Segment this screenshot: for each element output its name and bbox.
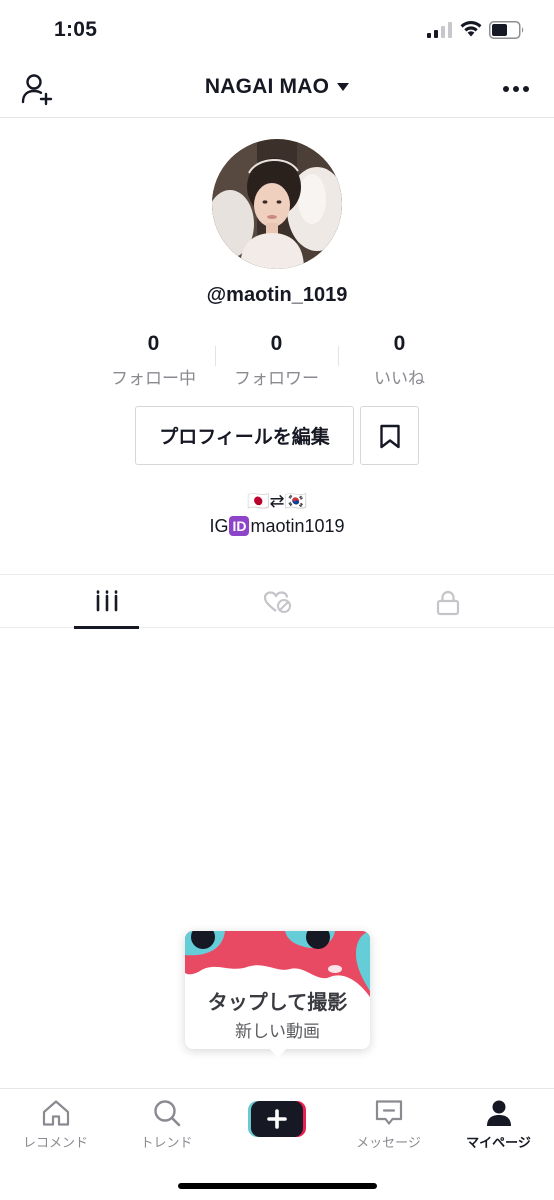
favorites-button[interactable] [360, 406, 419, 465]
profile-title: NAGAI MAO [204, 75, 330, 98]
nav-label-messages: メッセージ [356, 1135, 421, 1150]
avatar-photo [212, 139, 342, 269]
tooltip-arrow [269, 1048, 287, 1058]
wifi-icon [460, 21, 482, 37]
profile-icon [486, 1100, 511, 1126]
nav-item-home[interactable]: レコメンド [0, 1089, 111, 1165]
grid-icon [96, 590, 118, 612]
nav-item-profile[interactable]: マイページ [443, 1089, 554, 1165]
bio-line-1: 🇯🇵⇄🇰🇷 [247, 491, 307, 511]
nav-item-messages[interactable]: メッセージ [333, 1089, 444, 1165]
bio-line-2: IG ID maotin1019 [0, 515, 554, 537]
id-badge: ID [229, 516, 250, 536]
home-icon [42, 1100, 69, 1126]
bio-ig-prefix: IG [209, 516, 229, 536]
profile-header: NAGAI MAO [0, 60, 554, 118]
nav-item-trend[interactable]: トレンド [111, 1089, 222, 1165]
tooltip-subtitle: 新しい動画 [235, 1022, 320, 1041]
stat-likes[interactable]: 0 いいね [338, 332, 461, 389]
tooltip-title: タップして撮影 [207, 992, 348, 1014]
following-label: フォロー中 [111, 369, 196, 388]
home-indicator[interactable] [178, 1183, 377, 1189]
profile-stats: 0 フォロー中 0 フォロワー 0 いいね [92, 332, 462, 388]
create-video-button[interactable] [248, 1101, 306, 1137]
bio-ig-handle: maotin1019 [250, 516, 345, 536]
status-time: 1:05 [54, 18, 98, 41]
nav-label-profile: マイページ [466, 1135, 531, 1150]
edit-profile-button[interactable]: プロフィールを編集 [135, 406, 354, 465]
content-tabs [0, 574, 554, 629]
stat-followers[interactable]: 0 フォロワー [215, 332, 338, 389]
battery-icon [489, 21, 524, 39]
cellular-signal-icon [427, 22, 452, 38]
likes-label: いいね [374, 369, 425, 388]
more-options-icon[interactable] [502, 85, 530, 93]
followers-label: フォロワー [234, 369, 319, 388]
search-icon [153, 1100, 180, 1127]
account-switcher[interactable]: NAGAI MAO [0, 75, 554, 99]
tab-liked[interactable] [185, 575, 369, 628]
active-tab-indicator [74, 626, 139, 629]
lock-icon [436, 590, 460, 616]
following-count: 0 [147, 332, 160, 355]
nav-label-trend: トレンド [140, 1135, 193, 1150]
stat-following[interactable]: 0 フォロー中 [92, 332, 215, 389]
avatar[interactable] [212, 139, 342, 269]
chevron-down-icon [337, 83, 350, 91]
bookmark-icon [380, 424, 400, 449]
tab-videos[interactable] [14, 575, 198, 629]
message-icon [375, 1100, 402, 1125]
likes-count: 0 [393, 332, 406, 355]
username: @maotin_1019 [206, 284, 348, 306]
tab-private[interactable] [356, 575, 540, 628]
nav-label-home: レコメンド [22, 1135, 88, 1150]
create-video-tooltip[interactable]: タップして撮影 新しい動画 [185, 931, 370, 1058]
liked-hidden-icon [263, 591, 291, 613]
followers-count: 0 [270, 332, 283, 355]
status-bar: 1:05 [0, 0, 554, 60]
